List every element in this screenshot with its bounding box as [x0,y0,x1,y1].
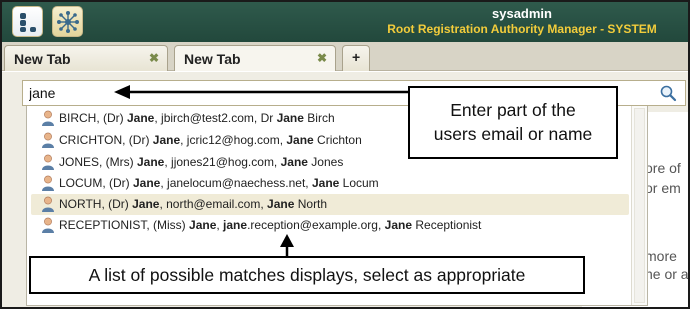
callout-line: users email or name [433,124,593,144]
app-header: sysadmin Root Registration Authority Man… [2,2,688,42]
result-match: Jane [132,197,160,211]
result-email: , jbirch@test2.com, Dr [154,111,277,125]
callout-line: Enter part of the [450,100,576,120]
result-surname: Jones [307,155,344,169]
user-role: Root Registration Authority Manager - SY… [387,22,657,36]
result-prefix: BIRCH, (Dr) [59,111,127,125]
plus-icon: + [352,49,361,65]
tab-label: New Tab [184,51,241,67]
result-match: Jane [152,133,181,147]
result-item-locum[interactable]: LOCUM, (Dr) Jane, janelocum@naechess.net… [31,173,629,194]
result-prefix: NORTH, (Dr) [59,197,133,211]
result-prefix: JONES, (Mrs) [59,155,137,169]
dropdown-scrollbar[interactable] [631,106,647,305]
person-icon [42,154,54,170]
app-launcher-network[interactable] [52,6,83,37]
result-item-north[interactable]: NORTH, (Dr) Jane, north@email.com, Jane … [31,194,629,215]
result-surname: Crichton [313,133,362,147]
result-match: Jane [189,218,217,232]
result-item-receptionist[interactable]: RECEPTIONIST, (Miss) Jane, jane.receptio… [31,215,629,236]
close-icon[interactable]: ✖ [149,51,159,65]
person-icon [42,132,54,148]
app-launcher-workflow[interactable] [12,6,43,37]
callout-list-hint: A list of possible matches displays, sel… [29,256,585,294]
user-name: sysadmin [492,6,552,21]
result-match: Jane [137,155,165,169]
result-email: , jjones21@hog.com, [164,155,281,169]
result-match: Jane [133,176,161,190]
search-icon[interactable] [659,84,677,102]
result-surname: Birch [303,111,335,125]
background-text: ne or a [645,266,689,282]
tab-new-2-active[interactable]: New Tab ✖ [174,45,336,71]
network-app-icon [56,10,79,33]
app-window: sysadmin Root Registration Authority Man… [0,0,690,309]
person-icon [42,110,54,126]
add-tab-button[interactable]: + [342,45,370,71]
result-match: Jane [384,218,413,232]
callout-search-hint: Enter part of the users email or name [408,86,618,159]
workflow-app-icon [19,12,36,32]
result-surname: Locum [339,176,379,190]
person-icon [42,196,54,212]
tab-label: New Tab [14,51,71,67]
result-surname: Receptionist [412,218,482,232]
result-match: jane [223,218,248,232]
result-email: , north@email.com, [159,197,268,211]
result-email: .reception@example.org, [247,218,385,232]
result-match: Jane [311,176,340,190]
result-email: , jcric12@hog.com, [180,133,287,147]
background-text: or em [645,180,681,196]
background-text: ore of [645,160,681,176]
result-prefix: CRICHTON, (Dr) [59,133,153,147]
tab-new-1[interactable]: New Tab ✖ [4,45,168,71]
tab-strip: New Tab ✖ New Tab ✖ + [2,42,688,71]
result-match: Jane [276,111,304,125]
result-prefix: RECEPTIONIST, (Miss) [59,218,190,232]
result-email: , janelocum@naechess.net, [160,176,312,190]
person-icon [42,175,54,191]
close-icon[interactable]: ✖ [317,51,327,65]
result-match: Jane [280,155,308,169]
result-prefix: LOCUM, (Dr) [59,176,133,190]
person-icon [42,217,54,233]
background-text: more [645,248,677,264]
result-match: Jane [286,133,314,147]
result-match: Jane [267,197,295,211]
result-match: Jane [127,111,155,125]
result-surname: North [294,197,328,211]
